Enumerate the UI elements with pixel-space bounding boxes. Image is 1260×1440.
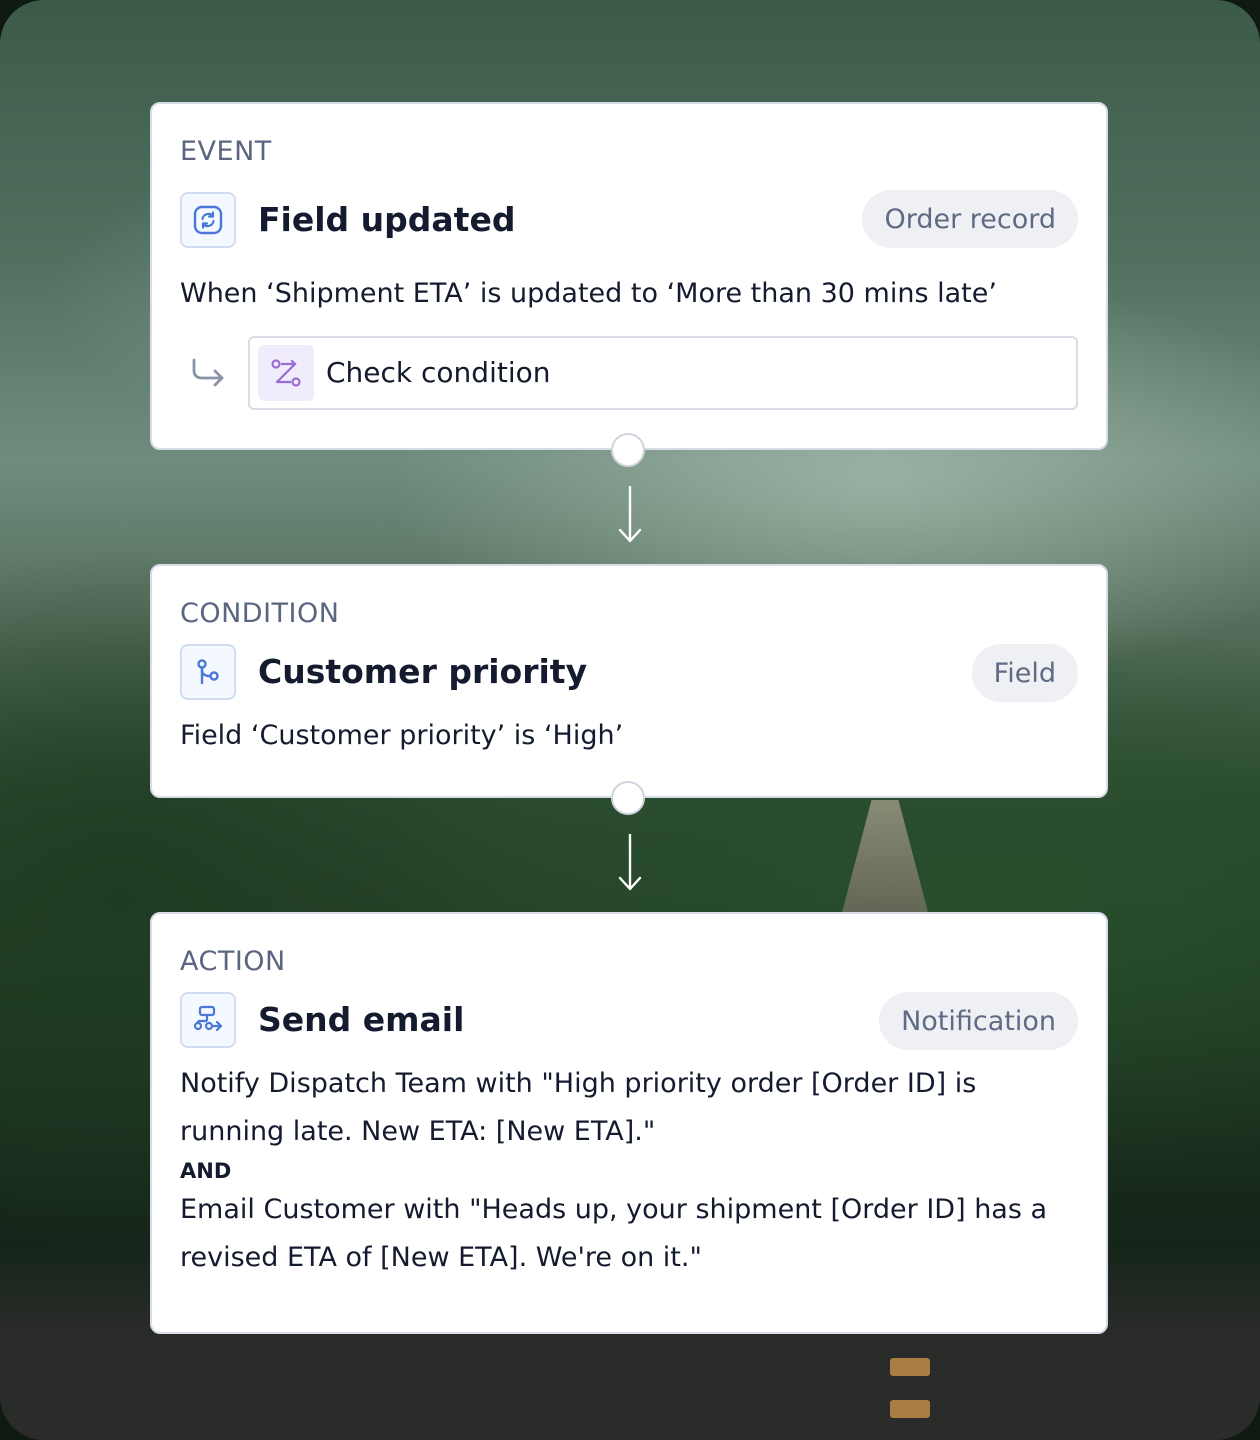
branch-icon bbox=[180, 644, 236, 700]
action-tag: Notification bbox=[879, 992, 1078, 1050]
connector-handle[interactable] bbox=[611, 781, 645, 815]
lane-marking bbox=[890, 1358, 930, 1376]
action-section-label: ACTION bbox=[180, 946, 286, 977]
action-description-customer: Email Customer with "Heads up, your ship… bbox=[180, 1194, 1048, 1273]
action-title: Send email bbox=[258, 1000, 465, 1039]
action-description: Notify Dispatch Team with "High priority… bbox=[180, 1060, 1078, 1282]
return-arrow-icon bbox=[188, 354, 228, 394]
background-road bbox=[840, 800, 930, 920]
lane-marking bbox=[890, 1400, 930, 1418]
condition-description: Field ‘Customer priority’ is ‘High’ bbox=[180, 720, 624, 751]
arrow-down-icon bbox=[615, 484, 645, 548]
condition-card[interactable]: CONDITION Customer priority Field Field … bbox=[150, 564, 1108, 798]
check-condition-label: Check condition bbox=[326, 356, 551, 389]
condition-section-label: CONDITION bbox=[180, 598, 340, 629]
refresh-icon bbox=[180, 192, 236, 248]
workflow-send-icon bbox=[180, 992, 236, 1048]
check-condition-step[interactable]: Check condition bbox=[248, 336, 1078, 410]
event-section-label: EVENT bbox=[180, 136, 272, 167]
connector-handle[interactable] bbox=[611, 433, 645, 467]
event-title: Field updated bbox=[258, 200, 516, 239]
route-icon bbox=[258, 345, 314, 401]
action-conjunction: AND bbox=[180, 1159, 232, 1183]
action-card[interactable]: ACTION Send email Notification Notify Di… bbox=[150, 912, 1108, 1334]
action-description-dispatch: Notify Dispatch Team with "High priority… bbox=[180, 1068, 977, 1147]
condition-tag: Field bbox=[971, 644, 1078, 702]
condition-title: Customer priority bbox=[258, 652, 588, 691]
event-card[interactable]: EVENT Field updated Order record When ‘S… bbox=[150, 102, 1108, 450]
event-tag: Order record bbox=[862, 190, 1078, 248]
event-description: When ‘Shipment ETA’ is updated to ‘More … bbox=[180, 278, 997, 309]
arrow-down-icon bbox=[615, 832, 645, 896]
